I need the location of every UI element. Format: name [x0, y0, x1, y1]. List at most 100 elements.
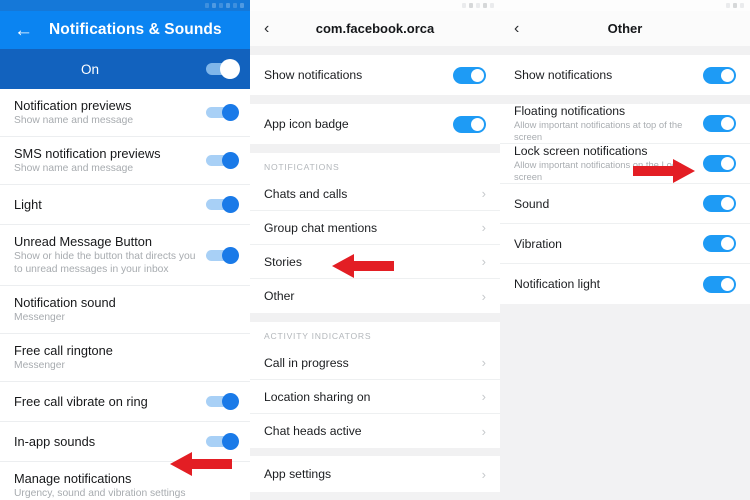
chevron-right-icon: ›: [481, 288, 486, 304]
chevron-left-icon[interactable]: ‹: [514, 20, 534, 37]
toggle-in-app-sounds[interactable]: [206, 433, 239, 450]
row-subtitle: Allow important notifications at top of …: [514, 119, 683, 142]
app-settings-block: App settings ›: [250, 456, 500, 492]
list-item-unread-message-button[interactable]: Unread Message Button Show or hide the b…: [0, 225, 250, 286]
row-label: Sound: [514, 196, 550, 211]
list-item-subtitle: Messenger: [14, 360, 65, 371]
left-panel-notifications-and-sounds: ← Notifications & Sounds On Notification…: [0, 0, 250, 500]
toggle-free-call-vibrate[interactable]: [206, 393, 239, 410]
mid-panel-filler: [250, 492, 500, 500]
section-header-notifications: NOTIFICATIONS: [250, 153, 500, 177]
status-bar-left: [0, 0, 250, 11]
toggle-sound[interactable]: [703, 195, 736, 212]
other-options-block: Floating notifications Allow important n…: [500, 104, 750, 304]
list-item-title: Light: [14, 197, 42, 212]
row-stories[interactable]: Stories ›: [250, 245, 500, 279]
row-show-notifications[interactable]: Show notifications: [500, 55, 750, 95]
master-notifications-row[interactable]: On: [0, 49, 250, 89]
left-app-bar: ← Notifications & Sounds: [0, 11, 250, 49]
row-label: Chats and calls: [264, 186, 348, 201]
row-label: Other: [264, 289, 295, 303]
toggle-app-icon-badge[interactable]: [453, 115, 486, 133]
show-notifications-block: Show notifications: [500, 55, 750, 95]
row-label: Call in progress: [264, 355, 349, 370]
row-group-chat-mentions[interactable]: Group chat mentions ›: [250, 211, 500, 245]
row-vibration[interactable]: Vibration: [500, 224, 750, 264]
list-item-sms-notification-previews[interactable]: SMS notification previews Show name and …: [0, 137, 250, 185]
section-divider: [250, 144, 500, 153]
chevron-left-icon[interactable]: ‹: [264, 20, 284, 37]
row-location-sharing-on[interactable]: Location sharing on ›: [250, 380, 500, 414]
row-label: App icon badge: [264, 117, 349, 131]
row-other[interactable]: Other ›: [250, 279, 500, 313]
list-item-subtitle: Urgency, sound and vibration settings: [14, 488, 186, 499]
list-item-subtitle: Messenger: [14, 312, 65, 323]
row-label: Vibration: [514, 236, 562, 251]
list-item-free-call-vibrate-on-ring[interactable]: Free call vibrate on ring: [0, 382, 250, 422]
row-chat-heads-active[interactable]: Chat heads active ›: [250, 414, 500, 448]
list-item-title: In-app sounds: [14, 434, 96, 449]
three-panel-screenshot: ← Notifications & Sounds On Notification…: [0, 0, 750, 500]
status-icons: [726, 3, 744, 8]
row-chats-and-calls[interactable]: Chats and calls ›: [250, 177, 500, 211]
row-call-in-progress[interactable]: Call in progress ›: [250, 346, 500, 380]
show-notifications-block: Show notifications: [250, 55, 500, 95]
app-icon-badge-block: App icon badge: [250, 104, 500, 144]
right-top-bar: ‹ Other: [500, 11, 750, 46]
notifications-section: NOTIFICATIONS Chats and calls › Group ch…: [250, 153, 500, 313]
row-app-icon-badge[interactable]: App icon badge: [250, 104, 500, 144]
list-item-subtitle: Show or hide the button that directs you…: [14, 251, 196, 275]
row-label: Location sharing on: [264, 389, 371, 404]
back-arrow-icon[interactable]: ←: [14, 21, 33, 40]
row-label: Lock screen notifications: [514, 144, 648, 158]
row-label: Notification light: [514, 277, 601, 291]
toggle-floating-notifications[interactable]: [703, 115, 736, 132]
section-divider: [500, 95, 750, 104]
status-icons: [205, 3, 244, 8]
toggle-show-notifications[interactable]: [703, 66, 736, 84]
list-item-free-call-ringtone[interactable]: Free call ringtone Messenger: [0, 334, 250, 382]
section-divider: [500, 46, 750, 55]
right-panel-filler: [500, 304, 750, 500]
toggle-light[interactable]: [206, 196, 239, 213]
toggle-sms-notification-previews[interactable]: [206, 152, 239, 169]
section-header-activity-indicators: ACTIVITY INDICATORS: [250, 322, 500, 346]
list-item-title: Notification sound: [14, 295, 116, 310]
section-divider: [250, 46, 500, 55]
toggle-lock-screen-notifications[interactable]: [703, 155, 736, 172]
row-notification-light[interactable]: Notification light: [500, 264, 750, 304]
right-panel-other-category: ‹ Other Show notifications Floating noti…: [500, 0, 750, 500]
toggle-show-notifications[interactable]: [453, 66, 486, 84]
list-item-title: Manage notifications: [14, 471, 132, 486]
chevron-right-icon: ›: [481, 355, 486, 370]
row-show-notifications[interactable]: Show notifications: [250, 55, 500, 95]
row-label: Floating notifications: [514, 104, 626, 118]
toggle-unread-message-button[interactable]: [206, 246, 239, 264]
toggle-notification-previews[interactable]: [206, 104, 239, 121]
row-app-settings[interactable]: App settings ›: [250, 456, 500, 492]
chevron-right-icon: ›: [481, 466, 486, 482]
list-item-manage-notifications[interactable]: Manage notifications Urgency, sound and …: [0, 462, 250, 500]
chevron-right-icon: ›: [481, 186, 486, 201]
mid-panel-app-notification-categories: ‹ com.facebook.orca Show notifications A…: [250, 0, 500, 500]
master-toggle-switch[interactable]: [206, 59, 240, 79]
left-settings-list: Notification previews Show name and mess…: [0, 89, 250, 500]
toggle-vibration[interactable]: [703, 235, 736, 252]
toggle-notification-light[interactable]: [703, 275, 736, 293]
row-label: App settings: [264, 467, 332, 481]
row-label: Group chat mentions: [264, 220, 378, 235]
list-item-light[interactable]: Light: [0, 185, 250, 225]
list-item-notification-sound[interactable]: Notification sound Messenger: [0, 286, 250, 334]
list-item-notification-previews[interactable]: Notification previews Show name and mess…: [0, 89, 250, 137]
page-title: com.facebook.orca: [315, 21, 435, 36]
chevron-right-icon: ›: [481, 389, 486, 404]
list-item-title: Free call vibrate on ring: [14, 394, 148, 409]
list-item-in-app-sounds[interactable]: In-app sounds: [0, 422, 250, 462]
chevron-right-icon: ›: [481, 423, 486, 439]
row-subtitle: Allow important notifications on the Loc…: [514, 159, 682, 182]
section-divider: [250, 313, 500, 322]
row-floating-notifications[interactable]: Floating notifications Allow important n…: [500, 104, 750, 144]
row-lock-screen-notifications[interactable]: Lock screen notifications Allow importan…: [500, 144, 750, 184]
row-sound[interactable]: Sound: [500, 184, 750, 224]
chevron-right-icon: ›: [481, 254, 486, 269]
